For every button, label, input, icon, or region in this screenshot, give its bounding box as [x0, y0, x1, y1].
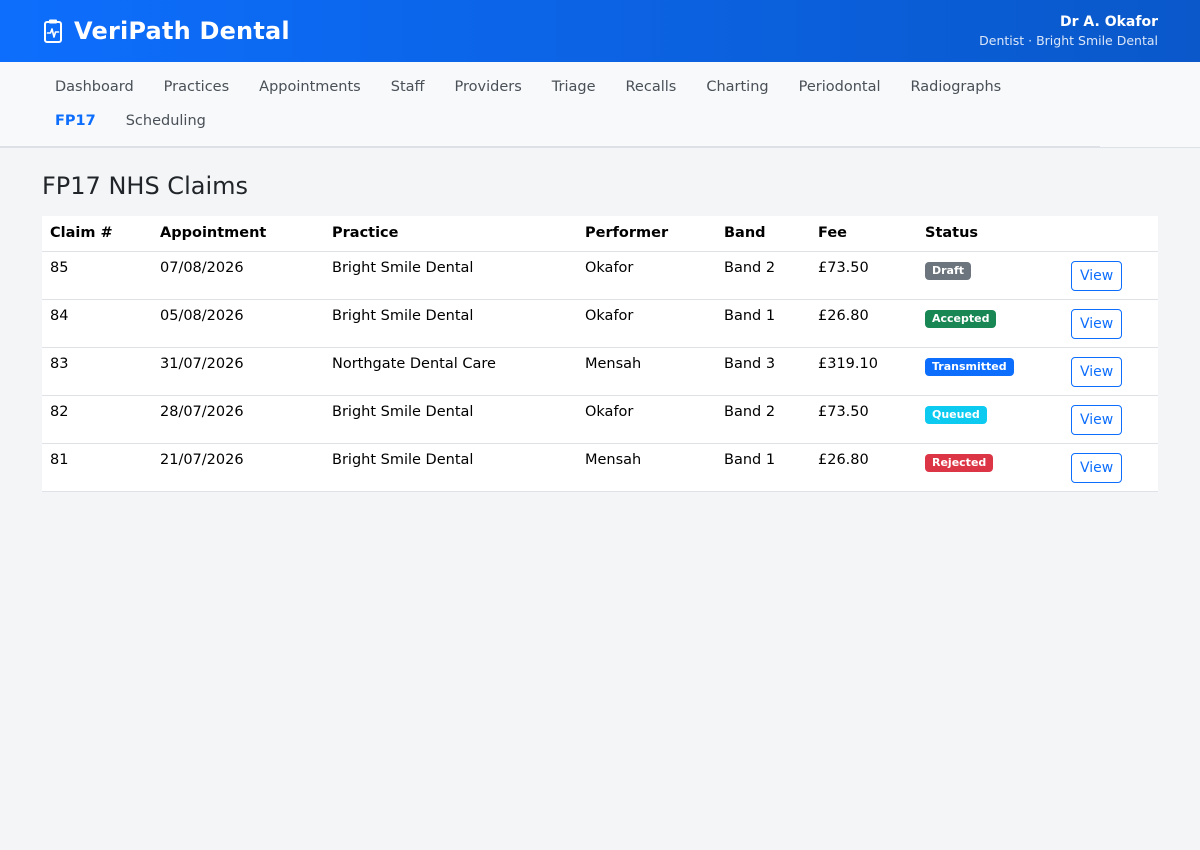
performer-cell: Mensah [577, 443, 716, 492]
claim-number-cell: 84 [42, 299, 152, 348]
band-cell: Band 2 [716, 395, 810, 444]
claim-number-cell: 81 [42, 443, 152, 492]
nav-item-appointments[interactable]: Appointments [244, 70, 376, 104]
nav-item-dashboard[interactable]: Dashboard [40, 70, 149, 104]
status-cell: Accepted [917, 299, 1063, 348]
user-role: Dentist · Bright Smile Dental [979, 33, 1158, 48]
col-claim-number: Claim # [42, 216, 152, 252]
fee-cell: £73.50 [810, 251, 917, 300]
col-appointment: Appointment [152, 216, 324, 252]
performer-cell: Okafor [577, 251, 716, 300]
main-nav-bar: Dashboard Practices Appointments Staff Provi… [0, 62, 1200, 148]
user-info: Dr A. Okafor Dentist · Bright Smile Dent… [979, 14, 1158, 48]
practice-cell: Bright Smile Dental [324, 251, 577, 300]
appointment-date-cell: 28/07/2026 [152, 395, 324, 444]
page-title: FP17 NHS Claims [42, 172, 248, 200]
nav-item-radiographs[interactable]: Radiographs [895, 70, 1016, 104]
fee-cell: £26.80 [810, 299, 917, 348]
fee-cell: £73.50 [810, 395, 917, 444]
band-cell: Band 1 [716, 443, 810, 492]
status-cell: Draft [917, 251, 1063, 300]
main-nav: Dashboard Practices Appointments Staff Provi… [0, 62, 1100, 147]
view-claim-button[interactable]: View [1071, 260, 1123, 291]
table-row: 85 07/08/2026 Bright Smile Dental Okafor Ban… [42, 251, 1158, 300]
view-claim-button[interactable]: View [1071, 452, 1123, 483]
fee-cell: £26.80 [810, 443, 917, 492]
performer-cell: Mensah [577, 347, 716, 396]
table-header-row: Claim # Appointment Practice Performer B… [42, 216, 1158, 252]
claim-number-cell: 85 [42, 251, 152, 300]
status-badge: Rejected [925, 454, 994, 472]
brand[interactable]: VeriPath Dental [42, 17, 290, 45]
nav-item-providers[interactable]: Providers [440, 70, 537, 104]
table-row: 82 28/07/2026 Bright Smile Dental Okafor Ban… [42, 395, 1158, 444]
practice-cell: Bright Smile Dental [324, 299, 577, 348]
status-cell: Queued [917, 395, 1063, 444]
practice-cell: Northgate Dental Care [324, 347, 577, 396]
view-claim-button[interactable]: View [1071, 356, 1123, 387]
main-content: FP17 NHS Claims Claim # Appointment Prac… [0, 148, 1200, 516]
col-band: Band [716, 216, 810, 252]
practice-cell: Bright Smile Dental [324, 395, 577, 444]
nav-item-periodontal[interactable]: Periodontal [784, 70, 896, 104]
user-name: Dr A. Okafor [1060, 14, 1158, 30]
col-actions [1063, 216, 1158, 252]
view-claim-button[interactable]: View [1071, 308, 1123, 339]
brand-name: VeriPath Dental [74, 17, 290, 45]
band-cell: Band 1 [716, 299, 810, 348]
action-cell: View [1063, 443, 1158, 492]
nav-item-scheduling[interactable]: Scheduling [111, 104, 221, 138]
status-badge: Transmitted [925, 358, 1014, 376]
status-cell: Rejected [917, 443, 1063, 492]
appointment-date-cell: 21/07/2026 [152, 443, 324, 492]
appointment-date-cell: 07/08/2026 [152, 251, 324, 300]
action-cell: View [1063, 299, 1158, 348]
col-performer: Performer [577, 216, 716, 252]
col-status: Status [917, 216, 1063, 252]
status-cell: Transmitted [917, 347, 1063, 396]
status-badge: Draft [925, 262, 972, 280]
fee-cell: £319.10 [810, 347, 917, 396]
claim-number-cell: 82 [42, 395, 152, 444]
view-claim-button[interactable]: View [1071, 404, 1123, 435]
nav-item-recalls[interactable]: Recalls [611, 70, 692, 104]
performer-cell: Okafor [577, 299, 716, 348]
col-fee: Fee [810, 216, 917, 252]
action-cell: View [1063, 251, 1158, 300]
nav-item-triage[interactable]: Triage [537, 70, 611, 104]
col-practice: Practice [324, 216, 577, 252]
claims-table-body: 85 07/08/2026 Bright Smile Dental Okafor Ban… [42, 251, 1158, 492]
claim-number-cell: 83 [42, 347, 152, 396]
action-cell: View [1063, 347, 1158, 396]
band-cell: Band 2 [716, 251, 810, 300]
table-row: 83 31/07/2026 Northgate Dental Care Mensah B… [42, 347, 1158, 396]
nav-item-staff[interactable]: Staff [376, 70, 440, 104]
table-row: 84 05/08/2026 Bright Smile Dental Okafor Ban… [42, 299, 1158, 348]
status-badge: Queued [925, 406, 987, 424]
performer-cell: Okafor [577, 395, 716, 444]
practice-cell: Bright Smile Dental [324, 443, 577, 492]
appointment-date-cell: 05/08/2026 [152, 299, 324, 348]
appointment-date-cell: 31/07/2026 [152, 347, 324, 396]
clipboard-pulse-icon [42, 18, 64, 44]
status-badge: Accepted [925, 310, 997, 328]
nav-item-fp17[interactable]: FP17 [40, 104, 111, 138]
app-header: VeriPath Dental Dr A. Okafor Dentist · B… [0, 0, 1200, 62]
action-cell: View [1063, 395, 1158, 444]
nav-item-charting[interactable]: Charting [691, 70, 783, 104]
band-cell: Band 3 [716, 347, 810, 396]
nav-item-practices[interactable]: Practices [149, 70, 244, 104]
claims-table: Claim # Appointment Practice Performer B… [42, 216, 1158, 492]
table-row: 81 21/07/2026 Bright Smile Dental Mensah Ban… [42, 443, 1158, 492]
